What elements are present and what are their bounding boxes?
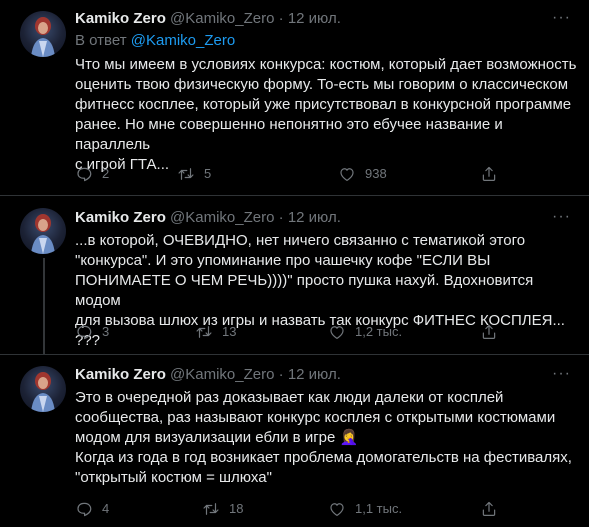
like-button[interactable]: 1,1 тыс. [328, 500, 402, 518]
author-name[interactable]: Kamiko Zero [75, 10, 166, 27]
tweet-header: Kamiko Zero @Kamiko_Zero · 12 июл. [75, 9, 341, 29]
reply-context: В ответ @Kamiko_Zero [75, 31, 235, 51]
more-icon[interactable]: ··· [552, 208, 571, 226]
separator-dot: · [278, 10, 284, 27]
author-handle[interactable]: @Kamiko_Zero [170, 10, 274, 27]
reply-count: 4 [102, 501, 110, 516]
tweet-text: Это в очередной раз доказывает как люди … [75, 389, 572, 486]
tweet-2[interactable]: Kamiko Zero @Kamiko_Zero · 12 июл. ··· .… [0, 196, 589, 354]
retweet-button[interactable]: 13 [195, 323, 236, 341]
tweet-date[interactable]: 12 июл. [288, 10, 341, 27]
share-icon [482, 501, 496, 516]
share-icon [482, 166, 496, 181]
share-button[interactable] [480, 165, 498, 183]
like-icon [330, 326, 344, 339]
author-handle[interactable]: @Kamiko_Zero [170, 366, 274, 383]
author-name[interactable]: Kamiko Zero [75, 209, 166, 226]
retweet-icon [196, 326, 212, 338]
share-button[interactable] [480, 323, 498, 341]
retweet-count: 13 [222, 324, 237, 339]
share-icon [482, 324, 496, 339]
tweet-header: Kamiko Zero @Kamiko_Zero · 12 июл. [75, 208, 341, 228]
reply-icon [77, 167, 92, 182]
reply-count: 3 [102, 324, 110, 339]
reply-button[interactable]: 3 [75, 323, 109, 341]
like-button[interactable]: 938 [338, 165, 387, 183]
reply-icon [77, 325, 92, 340]
tweet-date[interactable]: 12 июл. [288, 209, 341, 226]
share-button[interactable] [480, 500, 498, 518]
retweet-icon [178, 168, 194, 180]
author-name[interactable]: Kamiko Zero [75, 366, 166, 383]
reply-button[interactable]: 2 [75, 165, 109, 183]
tweet-text: Что мы имеем в условиях конкурса: костюм… [75, 56, 577, 173]
reply-count: 2 [102, 166, 110, 181]
reply-prefix: В ответ [75, 32, 127, 49]
tweet-header: Kamiko Zero @Kamiko_Zero · 12 июл. [75, 365, 341, 385]
tweet-1[interactable]: Kamiko Zero @Kamiko_Zero · 12 июл. ··· В… [0, 0, 589, 195]
like-count: 938 [365, 166, 387, 181]
retweet-button[interactable]: 18 [202, 500, 243, 518]
avatar[interactable] [20, 11, 66, 57]
retweet-count: 18 [229, 501, 244, 516]
retweet-button[interactable]: 5 [177, 165, 211, 183]
reply-icon [77, 502, 92, 517]
author-handle[interactable]: @Kamiko_Zero [170, 209, 274, 226]
like-icon [340, 168, 354, 181]
reply-button[interactable]: 4 [75, 500, 109, 518]
separator-dot: · [278, 366, 284, 383]
like-count: 1,1 тыс. [355, 501, 403, 516]
more-icon[interactable]: ··· [552, 9, 571, 27]
tweet-date[interactable]: 12 июл. [288, 366, 341, 383]
like-button[interactable]: 1,2 тыс. [328, 323, 402, 341]
tweet-actions: 3 13 1,2 тыс. [75, 323, 505, 343]
avatar[interactable] [20, 208, 66, 254]
like-count: 1,2 тыс. [355, 324, 403, 339]
tweet-3[interactable]: Kamiko Zero @Kamiko_Zero · 12 июл. ··· Э… [0, 355, 589, 527]
retweet-icon [203, 503, 219, 515]
like-icon [330, 503, 344, 516]
avatar[interactable] [20, 366, 66, 412]
reply-mention-link[interactable]: @Kamiko_Zero [131, 32, 235, 49]
tweet-actions: 2 5 938 [75, 165, 505, 185]
more-icon[interactable]: ··· [552, 365, 571, 383]
separator-dot: · [278, 209, 284, 226]
tweet-actions: 4 18 1,1 тыс. [75, 500, 505, 520]
retweet-count: 5 [204, 166, 212, 181]
